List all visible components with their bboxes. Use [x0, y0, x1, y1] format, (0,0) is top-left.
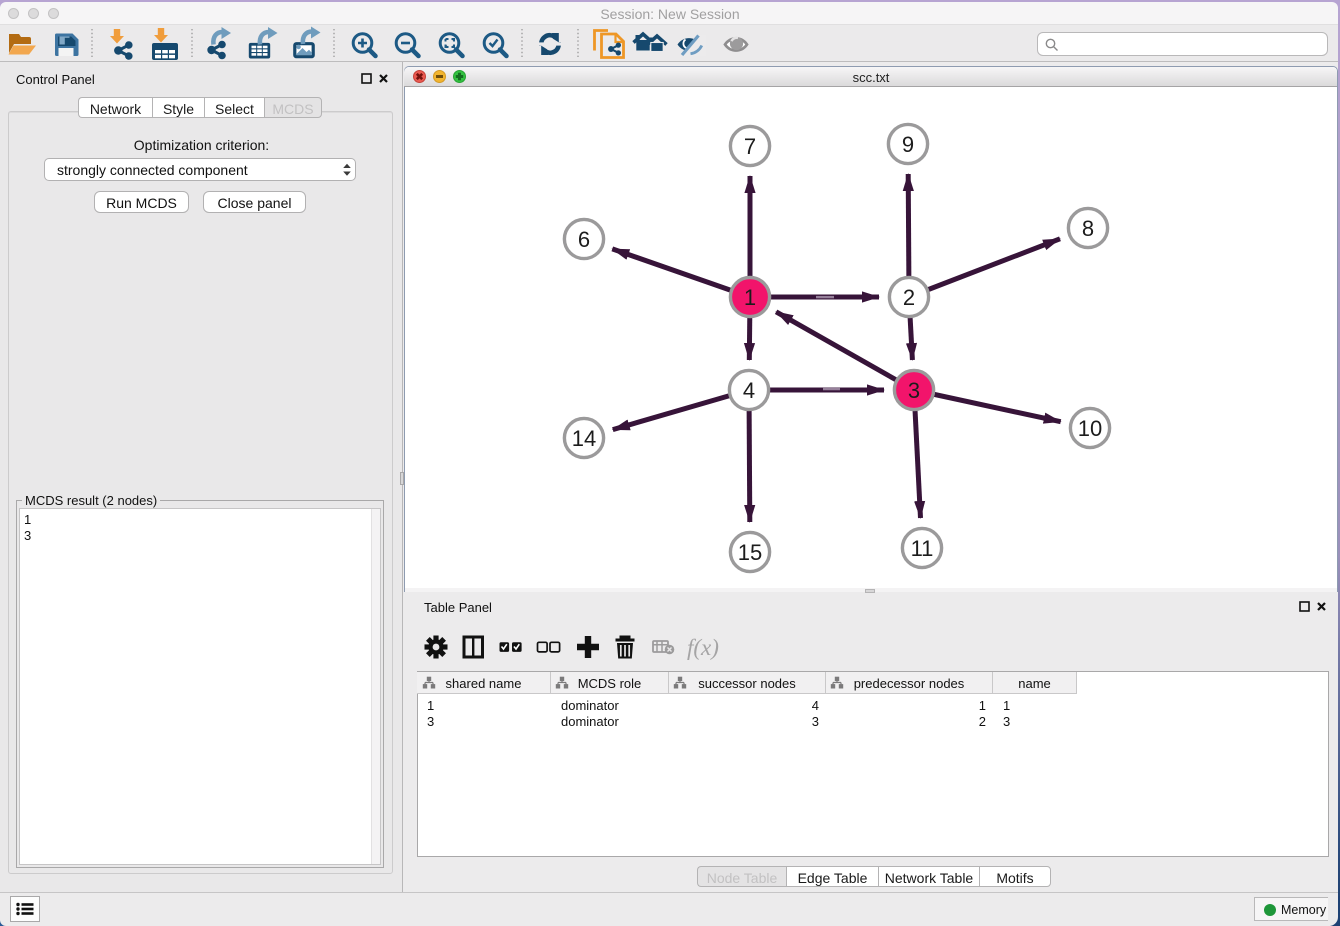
svg-text:f(x): f(x) — [687, 635, 719, 660]
svg-text:1: 1 — [744, 285, 756, 310]
svg-text:15: 15 — [738, 540, 762, 565]
svg-text:7: 7 — [744, 134, 756, 159]
svg-text:10: 10 — [1078, 416, 1102, 441]
svg-text:6: 6 — [578, 227, 590, 252]
svg-text:8: 8 — [1082, 216, 1094, 241]
svg-text:3: 3 — [908, 378, 920, 403]
svg-text:14: 14 — [572, 426, 596, 451]
svg-text:9: 9 — [902, 132, 914, 157]
svg-text:2: 2 — [903, 285, 915, 310]
svg-text:4: 4 — [743, 378, 755, 403]
svg-text:11: 11 — [911, 536, 934, 561]
